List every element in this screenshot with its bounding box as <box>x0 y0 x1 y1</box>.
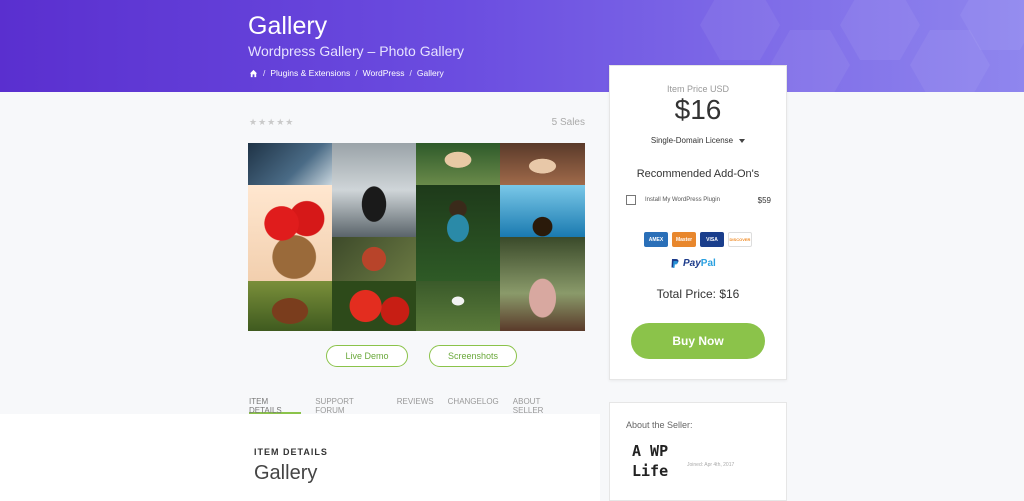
screenshots-button[interactable]: Screenshots <box>429 345 517 367</box>
section-title: Gallery <box>254 462 318 484</box>
buy-now-button[interactable]: Buy Now <box>631 323 765 359</box>
hero-banner: Gallery Wordpress Gallery – Photo Galler… <box>0 0 1024 92</box>
rating-stars: ★★★★★ <box>249 117 295 127</box>
photo-tile <box>500 143 585 185</box>
paypal-text-left: Pay <box>683 258 701 269</box>
photo-tile <box>248 143 332 185</box>
total-price: Total Price: $16 <box>656 287 740 301</box>
content-panel <box>0 414 600 501</box>
photo-tile <box>416 185 500 281</box>
addon-name: Install My WordPress Plugin <box>645 197 720 203</box>
price-card: Item Price USD $16 Single-Domain License… <box>609 65 787 380</box>
live-demo-button[interactable]: Live Demo <box>326 345 408 367</box>
photo-tile <box>332 237 416 281</box>
photo-tile <box>500 237 585 331</box>
addons-heading: Recommended Add-On's <box>636 168 760 180</box>
chevron-down-icon <box>739 138 746 143</box>
amex-icon: AMEX <box>644 232 668 247</box>
breadcrumb: / Plugins & Extensions / WordPress / Gal… <box>249 68 444 78</box>
discover-icon: DISCOVER <box>728 232 752 247</box>
paypal-icon <box>671 259 679 268</box>
paypal-logo: PayPal <box>670 258 716 269</box>
visa-icon: VISA <box>700 232 724 247</box>
home-icon[interactable] <box>249 69 258 78</box>
tab-item-details[interactable]: ITEM DETAILS <box>249 393 302 415</box>
preview-image[interactable] <box>248 143 585 331</box>
rating-row: ★★★★★ 5 Sales <box>249 117 585 128</box>
tab-about-seller[interactable]: ABOUT SELLER <box>513 393 571 415</box>
photo-tile <box>416 143 500 185</box>
page-title: Gallery <box>248 12 328 40</box>
addon-price: $59 <box>757 195 771 205</box>
photo-tile <box>332 281 416 331</box>
photo-tile <box>248 281 332 331</box>
tab-changelog[interactable]: CHANGELOG <box>448 393 499 414</box>
detail-tabs: ITEM DETAILS SUPPORT FORUM REVIEWS CHANG… <box>249 393 585 415</box>
price-value: $16 <box>674 94 722 125</box>
addon-row: Install My WordPress Plugin $59 <box>626 195 771 205</box>
photo-tile <box>416 281 500 331</box>
section-heading: ITEM DETAILS <box>254 447 328 457</box>
seller-logo[interactable]: A WP Life <box>632 441 668 481</box>
breadcrumb-wordpress[interactable]: WordPress <box>363 68 405 78</box>
tab-reviews[interactable]: REVIEWS <box>397 393 434 414</box>
mastercard-icon: Master <box>672 232 696 247</box>
seller-heading: About the Seller: <box>626 420 693 430</box>
payment-methods: AMEX Master VISA DISCOVER <box>644 232 752 247</box>
breadcrumb-plugins[interactable]: Plugins & Extensions <box>270 68 350 78</box>
photo-tile <box>248 185 332 281</box>
seller-card: About the Seller: A WP Life Joined: Apr … <box>609 402 787 501</box>
photo-tile <box>500 185 585 237</box>
paypal-text-right: Pal <box>700 258 716 269</box>
license-select[interactable]: Single-Domain License <box>610 136 786 145</box>
addon-checkbox[interactable] <box>626 195 636 205</box>
price-label: Item Price USD <box>666 84 729 94</box>
photo-tile <box>332 143 416 237</box>
seller-joined-date: Joined: Apr 4th, 2017 <box>687 462 735 468</box>
page-subtitle: Wordpress Gallery – Photo Gallery <box>248 43 465 59</box>
tab-support-forum[interactable]: SUPPORT FORUM <box>315 393 383 415</box>
breadcrumb-gallery[interactable]: Gallery <box>417 68 444 78</box>
sales-count: 5 Sales <box>551 117 585 128</box>
license-label: Single-Domain License <box>650 136 734 145</box>
